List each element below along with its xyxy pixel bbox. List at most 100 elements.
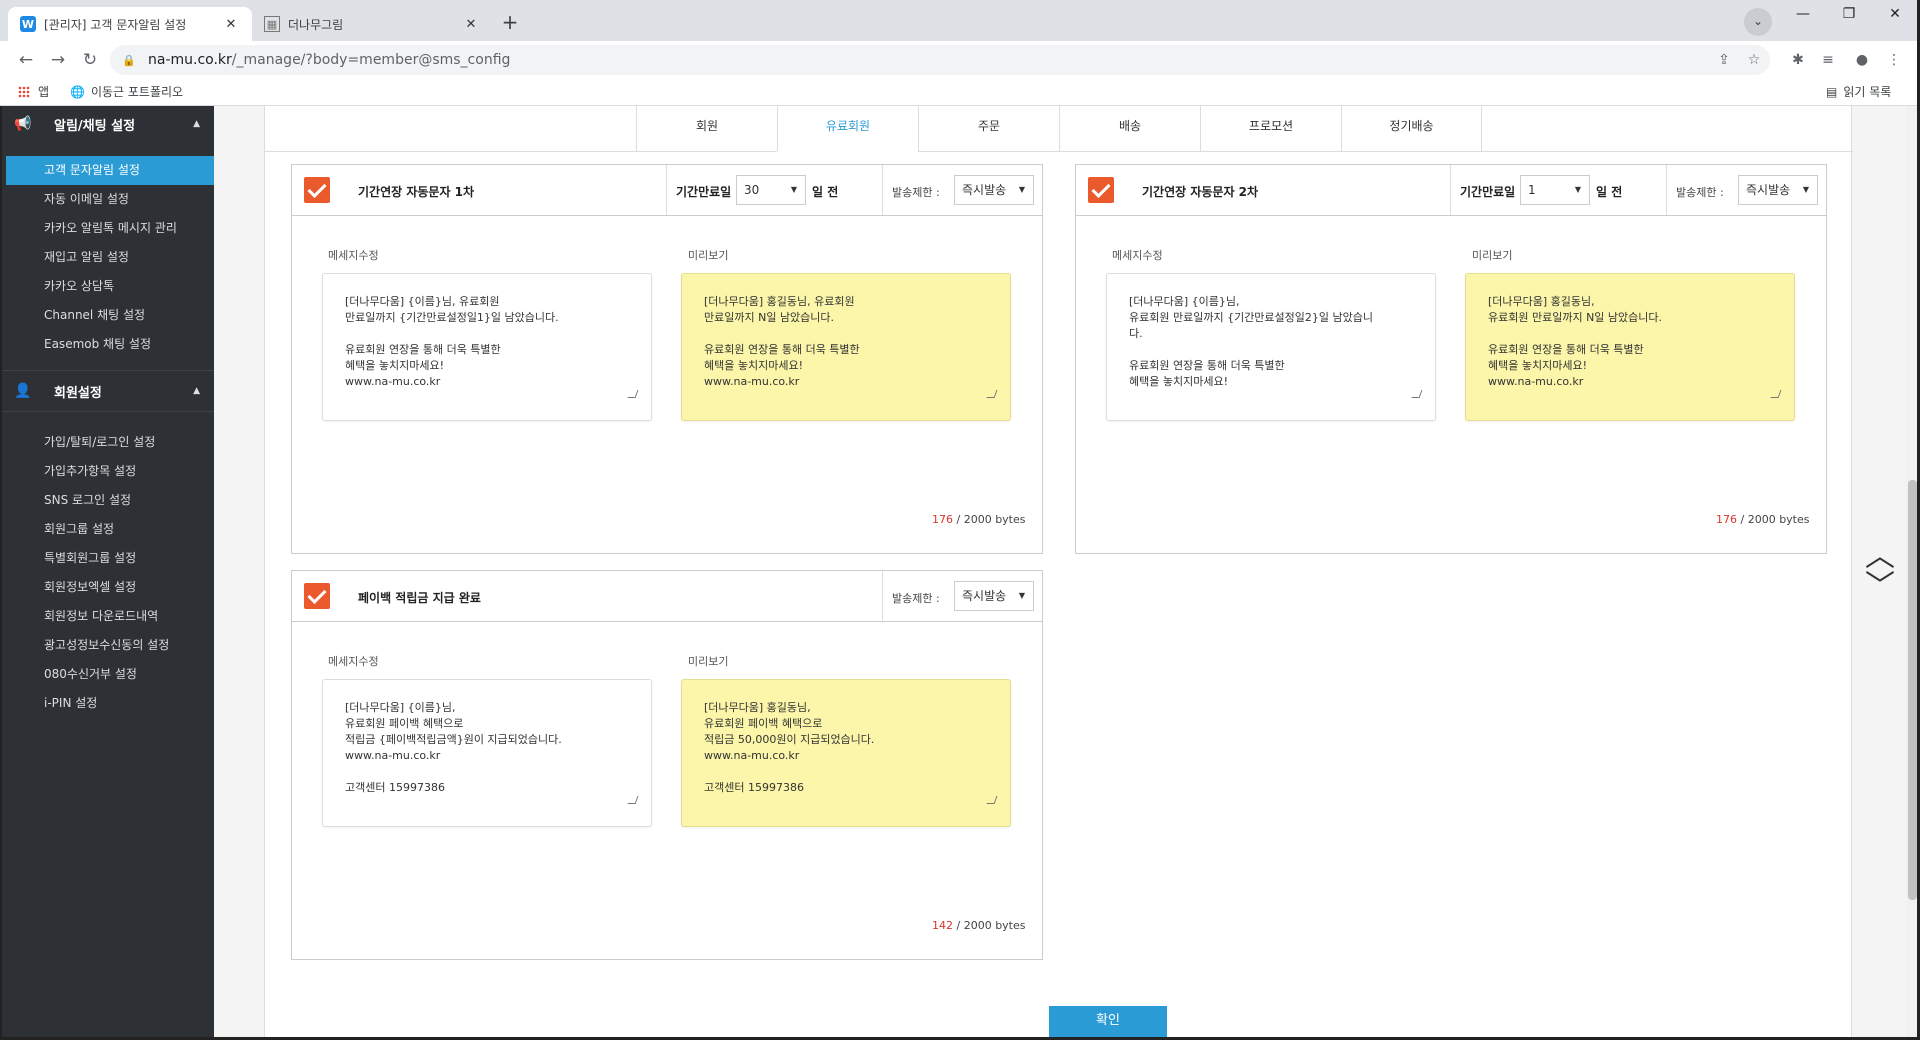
reload-icon[interactable]: ↻ bbox=[76, 46, 104, 74]
limit-label: 발송제한 : bbox=[892, 186, 940, 199]
sidebar-item-kakao-alimtalk[interactable]: 카카오 알림톡 메시지 관리 bbox=[2, 214, 214, 243]
user-icon: 👤 bbox=[14, 383, 32, 399]
sidebar-item-sns-login[interactable]: SNS 로그인 설정 bbox=[2, 486, 214, 515]
period-select[interactable]: 30 ▼ bbox=[736, 175, 806, 205]
back-icon[interactable]: ← bbox=[12, 46, 40, 74]
limit-select[interactable]: 즉시발송 ▼ bbox=[954, 581, 1034, 611]
share-icon[interactable]: ⇪ bbox=[1710, 45, 1738, 75]
bookmark-apps[interactable]: 앱 bbox=[18, 83, 49, 100]
sidebar-item-special-group[interactable]: 특별회원그룹 설정 bbox=[2, 544, 214, 573]
extensions-icon[interactable]: ✱ bbox=[1784, 46, 1812, 74]
minimize-icon[interactable]: — bbox=[1780, 0, 1826, 32]
resize-handle-icon[interactable] bbox=[986, 796, 998, 804]
dropdown-arrow-icon: ▼ bbox=[1018, 185, 1025, 194]
resize-handle-icon[interactable] bbox=[1770, 390, 1782, 398]
address-bar[interactable]: 🔒 na-mu.co.kr/_manage/?body=member@sms_c… bbox=[110, 45, 1770, 75]
menu-kebab-icon[interactable]: ⋮ bbox=[1880, 46, 1908, 74]
forward-icon[interactable]: → bbox=[44, 46, 72, 74]
message-line: 혜택을 놓치지마세요! bbox=[345, 359, 444, 372]
browser-tab-active[interactable]: W [관리자] 고객 문자알림 설정 ✕ bbox=[8, 7, 252, 41]
message-preview: [더나무다움] 홍길동님, 유료회원 만료일까지 N일 남았습니다. 유료회원 … bbox=[1465, 273, 1795, 421]
message-editor[interactable]: [더나무다움] {이름}님, 유료회원 만료일까지 {기간만료설정일1}일 남았… bbox=[322, 273, 652, 421]
tab-search-icon[interactable]: ⌄ bbox=[1744, 8, 1772, 36]
resize-handle-icon[interactable] bbox=[627, 796, 639, 804]
tab-member[interactable]: 회원 bbox=[636, 106, 777, 152]
enable-checkbox[interactable] bbox=[1088, 177, 1114, 203]
scroll-down-icon[interactable]: ﹀ bbox=[1860, 572, 1900, 602]
preview-line: 유료회원 만료일까지 N일 남았습니다. bbox=[1488, 311, 1663, 324]
edit-label: 메세지수정 bbox=[328, 655, 379, 668]
sidebar-item-member-group[interactable]: 회원그룹 설정 bbox=[2, 515, 214, 544]
sidebar-item-restock[interactable]: 재입고 알림 설정 bbox=[2, 243, 214, 272]
message-editor[interactable]: [더나무다움] {이름}님, 유료회원 페이백 혜택으로 적립금 {페이백적립금… bbox=[322, 679, 652, 827]
sidebar-item-ipin[interactable]: i-PIN 설정 bbox=[2, 689, 214, 718]
sidebar-item-join-fields[interactable]: 가입추가항목 설정 bbox=[2, 457, 214, 486]
tab-paid-member[interactable]: 유료회원 bbox=[777, 106, 918, 152]
collapse-caret-icon[interactable]: ▲ bbox=[193, 119, 200, 129]
sidebar-item-channel[interactable]: Channel 채팅 설정 bbox=[2, 301, 214, 330]
sidebar-item-kakao-talk[interactable]: 카카오 상담톡 bbox=[2, 272, 214, 301]
select-value: 즉시발송 bbox=[962, 183, 1007, 197]
message-line bbox=[345, 764, 651, 780]
collapse-caret-icon[interactable]: ▲ bbox=[193, 386, 200, 396]
tab-order[interactable]: 주문 bbox=[918, 106, 1059, 152]
bookmarks-bar: 앱 🌐 이동근 포트폴리오 ▤ 읽기 목록 bbox=[0, 78, 1920, 106]
bytes-suffix: / 2000 bytes bbox=[956, 919, 1026, 932]
preview-label: 미리보기 bbox=[688, 249, 729, 262]
grid-favicon-icon: ▦ bbox=[264, 16, 280, 32]
byte-counter: 176 / 2000 bytes bbox=[1716, 513, 1810, 526]
days-before-label: 일 전 bbox=[812, 185, 839, 199]
new-tab-button[interactable]: + bbox=[496, 8, 524, 36]
panel-title: 기간연장 자동문자 1차 bbox=[358, 185, 475, 199]
sidebar-section-member[interactable]: 👤 회원설정 ▲ bbox=[2, 371, 214, 411]
bytes-suffix: / 2000 bytes bbox=[956, 513, 1026, 526]
scroll-up-icon[interactable]: ︿ bbox=[1860, 542, 1900, 572]
resize-handle-icon[interactable] bbox=[627, 390, 639, 398]
scroll-controls: ︿ ﹀ bbox=[1860, 542, 1900, 602]
limit-select[interactable]: 즉시발송 ▼ bbox=[954, 175, 1034, 205]
tab-delivery[interactable]: 배송 bbox=[1059, 106, 1200, 152]
sidebar-item-join[interactable]: 가입/탈퇴/로그인 설정 bbox=[2, 428, 214, 457]
reading-list[interactable]: ▤ 읽기 목록 bbox=[1826, 83, 1891, 100]
close-window-icon[interactable]: ✕ bbox=[1872, 0, 1918, 32]
preview-line bbox=[1488, 326, 1794, 342]
sidebar-item-auto-email[interactable]: 자동 이메일 설정 bbox=[2, 185, 214, 214]
preview-line: [더나무다움] 홍길동님, bbox=[704, 701, 811, 714]
browser-tab-inactive[interactable]: ▦ 더나무그림 ✕ bbox=[252, 7, 492, 41]
message-line: 다. bbox=[1129, 327, 1143, 340]
sidebar-item-080[interactable]: 080수신거부 설정 bbox=[2, 660, 214, 689]
confirm-button[interactable]: 확인 bbox=[1049, 1006, 1167, 1040]
period-select[interactable]: 1 ▼ bbox=[1520, 175, 1590, 205]
sidebar-item-sms-config[interactable]: 고객 문자알림 설정 bbox=[6, 156, 214, 185]
resize-handle-icon[interactable] bbox=[986, 390, 998, 398]
sidebar-section-notify[interactable]: 📢 알림/채팅 설정 ▲ bbox=[2, 106, 214, 142]
media-icon[interactable]: ≡ bbox=[1814, 46, 1842, 74]
maximize-icon[interactable]: ❐ bbox=[1826, 0, 1872, 32]
message-line: 고객센터 15997386 bbox=[345, 781, 445, 794]
tab-close-icon[interactable]: ✕ bbox=[462, 17, 480, 32]
profile-avatar-icon[interactable]: ● bbox=[1848, 46, 1876, 74]
sidebar-item-ad-consent[interactable]: 광고성정보수신동의 설정 bbox=[2, 631, 214, 660]
sidebar-item-download-log[interactable]: 회원정보 다운로드내역 bbox=[2, 602, 214, 631]
tab-subscription[interactable]: 정기배송 bbox=[1341, 106, 1482, 152]
enable-checkbox[interactable] bbox=[304, 583, 330, 609]
sidebar-item-easemob[interactable]: Easemob 채팅 설정 bbox=[2, 330, 214, 359]
bookmark-star-icon[interactable]: ☆ bbox=[1740, 45, 1768, 75]
tab-promotion[interactable]: 프로모션 bbox=[1200, 106, 1341, 152]
tab-close-icon[interactable]: ✕ bbox=[222, 17, 240, 32]
message-preview: [더나무다움] 홍길동님, 유료회원 페이백 혜택으로 적립금 50,000원이… bbox=[681, 679, 1011, 827]
message-line bbox=[345, 326, 651, 342]
sidebar-item-excel[interactable]: 회원정보엑셀 설정 bbox=[2, 573, 214, 602]
limit-select[interactable]: 즉시발송 ▼ bbox=[1738, 175, 1818, 205]
message-editor[interactable]: [더나무다움] {이름}님, 유료회원 만료일까지 {기간만료설정일2}일 남았… bbox=[1106, 273, 1436, 421]
message-line: 혜택을 놓치지마세요! bbox=[1129, 375, 1228, 388]
scrollbar-thumb[interactable] bbox=[1908, 480, 1917, 900]
enable-checkbox[interactable] bbox=[304, 177, 330, 203]
bookmark-portfolio[interactable]: 🌐 이동근 포트폴리오 bbox=[70, 83, 183, 100]
message-line: 유료회원 페이백 혜택으로 bbox=[345, 717, 464, 730]
lock-icon: 🔒 bbox=[122, 53, 136, 67]
resize-handle-icon[interactable] bbox=[1411, 390, 1423, 398]
preview-label: 미리보기 bbox=[688, 655, 729, 668]
preview-line: 혜택을 놓치지마세요! bbox=[1488, 359, 1587, 372]
dropdown-arrow-icon: ▼ bbox=[1574, 185, 1581, 194]
